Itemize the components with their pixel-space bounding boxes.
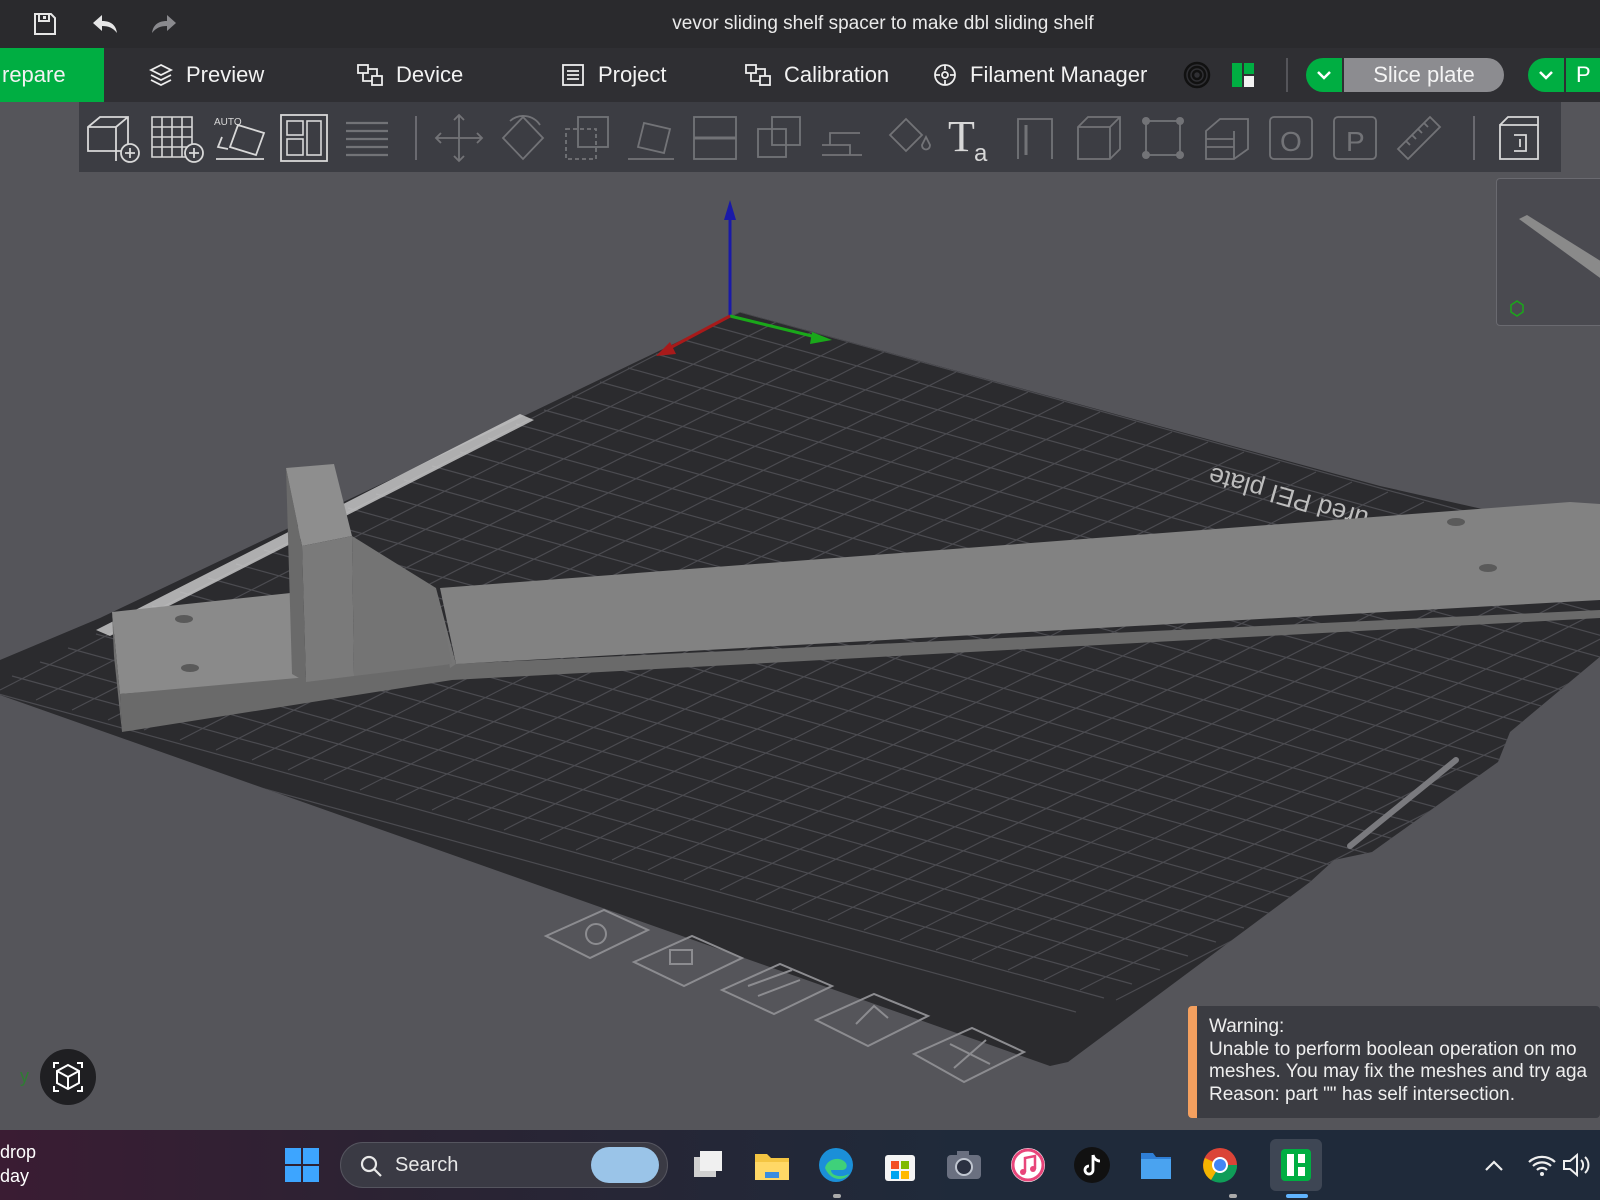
window-title: vevor sliding shelf spacer to make dbl s… xyxy=(672,13,1094,34)
bambu-logo-icon[interactable] xyxy=(1226,58,1260,92)
main-tab-bar: repare Preview Device Project Calibratio… xyxy=(0,48,1600,102)
files-icon[interactable] xyxy=(1132,1141,1180,1189)
print-plate-label: P xyxy=(1576,62,1591,87)
tab-preview-label: Preview xyxy=(186,62,265,87)
tab-device[interactable]: Device xyxy=(356,48,463,102)
mesh-boolean-icon[interactable] xyxy=(1069,108,1129,168)
warning-line-2: meshes. You may fix the meshes and try a… xyxy=(1209,1061,1588,1082)
seam-icon[interactable] xyxy=(1005,108,1065,168)
running-indicator xyxy=(833,1194,841,1198)
running-indicator xyxy=(1229,1194,1237,1198)
object-toolbar: AUTO Ta O P xyxy=(79,102,1561,172)
ruler-icon[interactable] xyxy=(1389,108,1449,168)
tab-filament-manager[interactable]: Filament Manager xyxy=(932,48,1147,102)
toolbar-separator xyxy=(1473,116,1475,160)
support-paint-icon[interactable] xyxy=(813,108,873,168)
svg-text:a: a xyxy=(974,140,988,165)
tab-project-label: Project xyxy=(598,62,667,87)
slice-plate-button[interactable]: Slice plate xyxy=(1344,58,1504,92)
task-view-icon[interactable] xyxy=(684,1141,732,1189)
layers-icon[interactable] xyxy=(337,108,397,168)
move-icon[interactable] xyxy=(429,108,489,168)
weather-widget-line-1[interactable]: drop xyxy=(0,1142,36,1163)
scale-icon[interactable] xyxy=(557,108,617,168)
chevron-down-icon xyxy=(1539,71,1553,80)
warning-line-1: Unable to perform boolean operation on m… xyxy=(1209,1038,1577,1060)
edge-icon[interactable] xyxy=(812,1141,860,1189)
warning-title: Warning: xyxy=(1209,1016,1285,1037)
volume-icon[interactable] xyxy=(1556,1141,1596,1189)
chevron-down-icon xyxy=(1317,71,1331,80)
color-paint-icon[interactable] xyxy=(877,108,937,168)
variable-layer-icon[interactable] xyxy=(1197,108,1257,168)
view-cube-icon xyxy=(53,1062,83,1092)
lay-on-face-icon[interactable] xyxy=(621,108,681,168)
tab-prepare[interactable]: repare xyxy=(0,48,104,102)
slice-dropdown-button[interactable] xyxy=(1306,58,1342,92)
print-plate-button[interactable]: P xyxy=(1566,58,1600,92)
taskbar-search[interactable]: Search xyxy=(340,1142,668,1188)
rotate-icon[interactable] xyxy=(493,108,553,168)
filament-icon xyxy=(934,64,956,86)
device-icon xyxy=(357,64,383,86)
3d-viewport[interactable]: ured PEI plate y xyxy=(0,172,1600,1130)
add-object-icon[interactable] xyxy=(83,108,143,168)
svg-text:T: T xyxy=(948,112,975,161)
tab-device-label: Device xyxy=(396,62,464,87)
search-label: Search xyxy=(395,1154,459,1176)
split-objects-icon[interactable]: O xyxy=(1261,108,1321,168)
filament-spool-icon[interactable] xyxy=(1180,58,1214,92)
chrome-icon[interactable] xyxy=(1196,1141,1244,1189)
text-icon[interactable]: Ta xyxy=(941,108,1001,168)
search-highlight-image xyxy=(591,1147,659,1183)
svg-text:P: P xyxy=(1346,126,1365,157)
tiktok-icon[interactable] xyxy=(1068,1141,1116,1189)
cut-icon[interactable] xyxy=(685,108,745,168)
print-dropdown-button[interactable] xyxy=(1528,58,1564,92)
warning-notification: Warning: Unable to perform boolean opera… xyxy=(1188,1006,1600,1118)
warning-line-3: Reason: part "" has self intersection. xyxy=(1209,1083,1516,1105)
bambu-studio-icon[interactable] xyxy=(1270,1139,1322,1191)
weather-widget-line-2[interactable]: day xyxy=(0,1166,29,1187)
tab-prepare-label: repare xyxy=(2,62,66,87)
viewport-canvas: ured PEI plate y xyxy=(0,200,1600,1086)
store-icon[interactable] xyxy=(876,1141,924,1189)
toolbar-separator xyxy=(415,116,417,160)
measure-icon[interactable] xyxy=(1133,108,1193,168)
axis-y-label: y xyxy=(20,1066,29,1086)
svg-text:O: O xyxy=(1280,126,1302,157)
tab-filament-manager-label: Filament Manager xyxy=(970,62,1148,87)
itunes-icon[interactable] xyxy=(1004,1141,1052,1189)
file-explorer-icon[interactable] xyxy=(748,1141,796,1189)
auto-orient-icon[interactable]: AUTO xyxy=(211,108,271,168)
slice-plate-group: Slice plate xyxy=(1306,58,1504,92)
layers-icon xyxy=(148,63,174,87)
start-icon[interactable] xyxy=(278,1141,326,1189)
camera-icon[interactable] xyxy=(940,1141,988,1189)
plate-thumbnail[interactable] xyxy=(1496,178,1600,326)
tab-calibration-label: Calibration xyxy=(784,62,890,87)
view-cube-button[interactable] xyxy=(40,1049,96,1105)
windows-taskbar: drop day Search xyxy=(0,1130,1600,1200)
chevron-up-icon[interactable] xyxy=(1470,1141,1518,1189)
slice-plate-label: Slice plate xyxy=(1373,62,1475,87)
split-parts-icon[interactable]: P xyxy=(1325,108,1385,168)
title-bar: vevor sliding shelf spacer to make dbl s… xyxy=(0,0,1600,48)
boolean-icon[interactable] xyxy=(749,108,809,168)
print-group: P xyxy=(1528,58,1600,92)
tabbar-divider xyxy=(1286,58,1288,92)
assembly-icon[interactable] xyxy=(1489,108,1549,168)
project-icon xyxy=(562,64,584,86)
search-icon xyxy=(360,1155,382,1177)
tab-calibration[interactable]: Calibration xyxy=(744,48,889,102)
add-plate-icon[interactable] xyxy=(147,108,207,168)
arrange-icon[interactable] xyxy=(275,108,335,168)
tab-project[interactable]: Project xyxy=(560,48,666,102)
active-app-indicator xyxy=(1286,1194,1308,1198)
tab-preview[interactable]: Preview xyxy=(148,48,264,102)
calibration-icon xyxy=(745,64,771,86)
